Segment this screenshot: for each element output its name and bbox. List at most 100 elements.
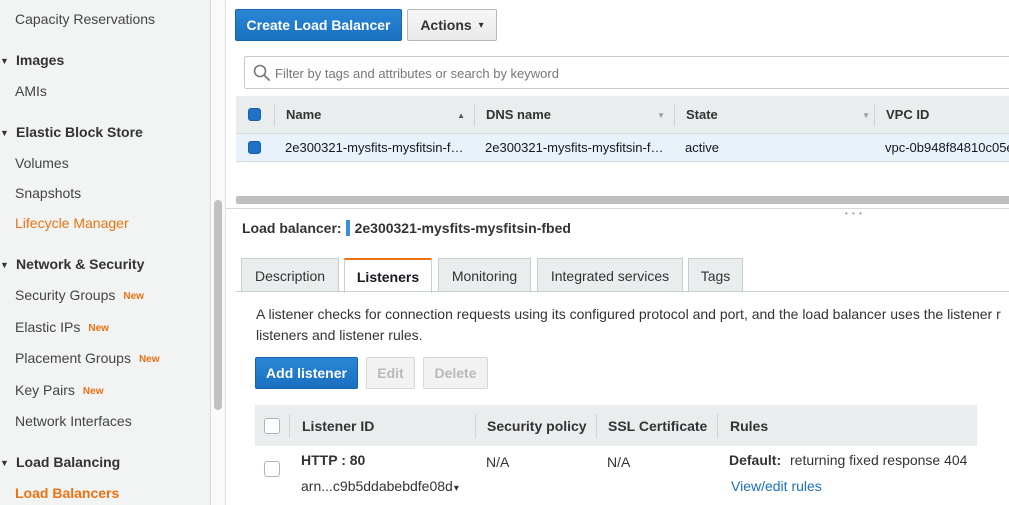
- tab-tags[interactable]: Tags: [688, 258, 743, 292]
- caret-down-icon: ▼: [0, 458, 9, 468]
- sidebar-item-amis[interactable]: AMIs: [15, 80, 47, 102]
- column-header-vpc-id[interactable]: VPC ID: [886, 96, 1009, 133]
- new-badge: New: [138, 354, 160, 365]
- checkbox-unchecked-icon: [264, 417, 280, 434]
- sidebar-scrollbar-thumb[interactable]: [214, 200, 222, 410]
- search-input[interactable]: [275, 63, 975, 83]
- sidebar-item-security-groups[interactable]: Security Groups New: [15, 284, 144, 306]
- tab-listeners[interactable]: Listeners: [344, 258, 432, 293]
- listener-arn: arn...c9b5ddabebdfe08d: [301, 478, 453, 494]
- add-listener-button[interactable]: Add listener: [255, 357, 358, 389]
- sidebar-group-network-security[interactable]: ▼ Network & Security: [0, 253, 144, 275]
- default-rule-text: returning fixed response 404: [790, 452, 968, 468]
- listener-arn-dropdown[interactable]: arn...c9b5ddabebdfe08d▾: [301, 478, 459, 494]
- sidebar-group-label: Load Balancing: [16, 454, 121, 470]
- new-badge: New: [88, 323, 109, 334]
- column-header-label: Name: [286, 107, 322, 122]
- drag-handle-icon[interactable]: • • •: [845, 209, 863, 218]
- sort-ascending-icon: ▲: [457, 111, 465, 120]
- actions-button[interactable]: Actions ▾: [407, 9, 497, 41]
- column-header-label: DNS name: [486, 107, 552, 122]
- sidebar-group-label: Elastic Block Store: [16, 124, 143, 140]
- sidebar-item-label: Key Pairs: [15, 382, 75, 398]
- select-all-checkbox[interactable]: [248, 96, 268, 133]
- tab-monitoring[interactable]: Monitoring: [438, 258, 531, 292]
- sidebar-group-label: Images: [16, 52, 65, 68]
- search-icon: [253, 64, 270, 81]
- sidebar-item-snapshots[interactable]: Snapshots: [15, 182, 81, 204]
- sidebar-item-label: Placement Groups: [15, 350, 131, 366]
- column-header-listener-id[interactable]: Listener ID: [302, 405, 374, 446]
- checkbox-checked-icon: [248, 141, 261, 154]
- sidebar-item-label: AMIs: [15, 83, 47, 99]
- tab-label: Monitoring: [451, 267, 518, 284]
- listener-id: HTTP : 80: [301, 452, 366, 468]
- table-row[interactable]: 2e300321-mysfits-mysfitsin-f… 2e300321-m…: [236, 134, 1009, 162]
- label-prefix: Load balancer:: [242, 220, 342, 236]
- sidebar-item-lifecycle-manager[interactable]: Lifecycle Manager: [15, 212, 129, 234]
- add-listener-label: Add listener: [266, 365, 347, 381]
- checkbox-checked-icon: [248, 108, 261, 121]
- sidebar-item-capacity-reservations[interactable]: Capacity Reservations: [15, 8, 155, 30]
- sidebar-group-label: Network & Security: [16, 256, 145, 272]
- sidebar-item-load-balancers[interactable]: Load Balancers: [15, 482, 119, 504]
- actions-label: Actions: [420, 17, 472, 33]
- row-checkbox[interactable]: [248, 134, 268, 161]
- selected-load-balancer-label: Load balancer: 2e300321-mysfits-mysfitsin…: [242, 220, 571, 236]
- sidebar-group-load-balancing[interactable]: ▼ Load Balancing: [0, 451, 120, 473]
- sidebar-group-images[interactable]: ▼ Images: [0, 49, 64, 71]
- delete-button[interactable]: Delete: [423, 357, 488, 389]
- sidebar-item-label: Volumes: [15, 155, 69, 171]
- sort-icon: ▼: [862, 111, 870, 120]
- edit-button[interactable]: Edit: [366, 357, 415, 389]
- tab-label: Description: [254, 267, 326, 284]
- horizontal-scrollbar[interactable]: [236, 196, 1009, 204]
- column-header-dns-name[interactable]: DNS name ▼: [486, 96, 671, 133]
- sidebar-item-label: Load Balancers: [15, 485, 120, 501]
- search-box[interactable]: [244, 56, 1009, 89]
- delete-label: Delete: [434, 365, 477, 381]
- tab-label: Listeners: [356, 268, 420, 285]
- sidebar-item-key-pairs[interactable]: Key Pairs New: [15, 379, 103, 401]
- default-rule-label: Default:: [729, 452, 782, 468]
- sidebar-item-label: Lifecycle Manager: [15, 215, 129, 231]
- cell-state: active: [685, 140, 719, 155]
- description-line: listeners and listener rules.: [256, 327, 423, 343]
- edit-label: Edit: [377, 365, 404, 381]
- load-balancer-name: 2e300321-mysfits-mysfitsin-fbed: [354, 220, 571, 236]
- new-badge: New: [82, 386, 104, 397]
- column-header-label: State: [686, 107, 718, 122]
- column-header-security-policy[interactable]: Security policy: [487, 405, 587, 446]
- sidebar-item-label: Network Interfaces: [15, 413, 132, 429]
- tab-description[interactable]: Description: [241, 258, 339, 292]
- sidebar-item-placement-groups[interactable]: Placement Groups New: [15, 347, 160, 369]
- column-header-name[interactable]: Name ▲: [286, 96, 471, 133]
- sidebar-group-elastic-block-store[interactable]: ▼ Elastic Block Store: [0, 121, 143, 143]
- ssl-certificate-value: N/A: [607, 454, 631, 470]
- sidebar-item-label: Elastic IPs: [15, 319, 81, 335]
- select-all-listeners-checkbox[interactable]: [264, 405, 284, 446]
- checkbox-unchecked-icon: [264, 461, 280, 477]
- column-header-rules[interactable]: Rules: [730, 405, 768, 446]
- caret-down-icon: ▼: [0, 260, 9, 270]
- listener-row-checkbox[interactable]: [264, 461, 280, 477]
- name-marker: [345, 220, 350, 236]
- pane-splitter[interactable]: [226, 208, 1009, 212]
- tab-integrated-services[interactable]: Integrated services: [537, 258, 683, 292]
- column-header-label: VPC ID: [886, 107, 930, 122]
- column-header-state[interactable]: State ▼: [686, 96, 876, 133]
- security-policy-value: N/A: [486, 454, 510, 470]
- chevron-down-icon: ▾: [478, 19, 484, 31]
- description-line: A listener checks for connection request…: [256, 306, 1001, 322]
- caret-down-icon: ▼: [0, 128, 9, 138]
- sidebar-item-volumes[interactable]: Volumes: [15, 152, 69, 174]
- sidebar: Capacity Reservations ▼ Images AMIs ▼ Elas…: [0, 0, 211, 505]
- sidebar-item-network-interfaces[interactable]: Network Interfaces: [15, 410, 132, 432]
- default-rule: Default: returning fixed response 404: [729, 452, 967, 468]
- listeners-description: A listener checks for connection request…: [256, 304, 1009, 346]
- cell-vpc-id: vpc-0b948f84810c05e: [885, 140, 1009, 155]
- view-edit-rules-link[interactable]: View/edit rules: [731, 478, 822, 494]
- sidebar-item-elastic-ips[interactable]: Elastic IPs New: [15, 316, 109, 338]
- column-header-ssl-certificate[interactable]: SSL Certificate: [608, 405, 707, 446]
- create-load-balancer-button[interactable]: Create Load Balancer: [235, 9, 402, 41]
